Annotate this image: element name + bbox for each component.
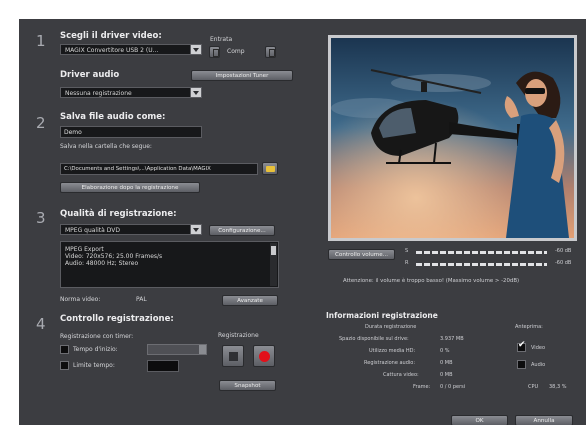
audio-driver-title: Driver audio xyxy=(60,70,120,80)
input-next-button[interactable] xyxy=(265,46,276,58)
audio-preview-label: Audio xyxy=(531,362,546,368)
info-row-value: 0 MB xyxy=(440,360,453,366)
audio-driver-dropdown[interactable]: Nessuna registrazione xyxy=(60,87,202,98)
info-row-label: Utilizzo media HD: xyxy=(369,348,416,354)
video-norm-label: Norma video: xyxy=(60,296,101,303)
audio-driver-value: Nessuna registrazione xyxy=(65,90,132,97)
record-icon xyxy=(259,351,270,362)
right-channel-label: R xyxy=(405,260,409,266)
step-1-number: 1 xyxy=(36,32,46,50)
preview-options-label: Anteprima: xyxy=(515,324,543,330)
video-driver-value: MAGIX Convertitore USB 2 (U... xyxy=(65,47,159,54)
info-row-label: Registrazione audio: xyxy=(364,360,416,366)
info-row-value: 3.937 MB xyxy=(440,336,464,342)
info-row-value: 0 MB xyxy=(440,372,453,378)
audio-preview-checkbox[interactable] xyxy=(517,360,526,369)
info-line: Audio: 48000 Hz; Stereo xyxy=(65,260,139,267)
quality-info-box: MPEG Export Video: 720x576; 25.00 Frames… xyxy=(60,241,279,288)
time-limit-checkbox[interactable] xyxy=(60,361,69,370)
preview-frame xyxy=(328,35,577,241)
filename-input[interactable]: Demo xyxy=(60,126,202,138)
info-row-value: 0 / 0 persi xyxy=(440,384,466,390)
quality-title: Qualità di registrazione: xyxy=(60,209,177,219)
left-level-meter xyxy=(416,251,547,254)
info-row-value: 0 % xyxy=(440,348,450,354)
input-prev-button[interactable] xyxy=(209,46,220,58)
video-preview-label: Video xyxy=(531,345,546,351)
tuner-settings-button[interactable]: Impostazioni Tuner xyxy=(191,70,293,81)
record-button[interactable] xyxy=(253,345,275,367)
volume-control-button[interactable]: Controllo volume... xyxy=(328,249,395,260)
page-icon xyxy=(213,49,219,57)
snapshot-button[interactable]: Snapshot xyxy=(219,380,276,391)
cpu-value: 38,3 % xyxy=(549,384,567,390)
spinner-arrows-icon[interactable] xyxy=(199,345,206,354)
chevron-down-icon xyxy=(190,88,201,97)
ok-button[interactable]: OK xyxy=(451,415,508,425)
step-4-number: 4 xyxy=(36,315,46,333)
step-3-number: 3 xyxy=(36,209,46,227)
check-icon: ✔ xyxy=(518,340,526,350)
configuration-button[interactable]: Configurazione... xyxy=(209,225,275,236)
save-audio-title: Salva file audio come: xyxy=(60,112,166,122)
info-row-label: Spazio disponibile sul drive: xyxy=(339,336,409,342)
advanced-button[interactable]: Avanzate xyxy=(222,295,278,306)
recording-label: Registrazione xyxy=(218,332,259,339)
video-driver-title: Scegli il driver video: xyxy=(60,31,162,41)
video-preview-image xyxy=(331,38,574,238)
video-driver-dropdown[interactable]: MAGIX Convertitore USB 2 (U... xyxy=(60,44,202,55)
left-channel-label: S xyxy=(405,248,409,254)
timer-label: Registrazione con timer: xyxy=(60,333,134,340)
quality-dropdown[interactable]: MPEG qualità DVD xyxy=(60,224,202,235)
start-time-checkbox[interactable] xyxy=(60,345,69,354)
video-preview-checkbox[interactable]: ✔ xyxy=(517,340,526,352)
postprocess-button[interactable]: Elaborazione dopo la registrazione xyxy=(60,182,200,193)
browse-folder-button[interactable] xyxy=(262,162,278,175)
info-scrollbar[interactable] xyxy=(270,243,277,286)
save-folder-label: Salva nella cartella che segue: xyxy=(60,143,152,150)
folder-icon xyxy=(266,166,275,172)
time-limit-label: Limite tempo: xyxy=(73,362,115,369)
recording-dialog: 1 Scegli il driver video: MAGIX Converti… xyxy=(19,19,586,425)
info-row-label: Cattura video: xyxy=(383,372,419,378)
volume-warning: Attenzione: il volume è troppo basso! (M… xyxy=(343,278,520,284)
info-line: MPEG Export xyxy=(65,246,104,253)
step-2-number: 2 xyxy=(36,114,46,132)
chevron-down-icon xyxy=(190,225,201,234)
quality-info-text: MPEG Export Video: 720x576; 25.00 Frames… xyxy=(65,246,162,267)
info-row-label: Durata registrazione xyxy=(365,324,417,330)
page-icon xyxy=(269,49,275,57)
quality-value: MPEG qualità DVD xyxy=(65,227,120,234)
start-time-label: Tempo d'inizio: xyxy=(73,346,118,353)
right-level-meter xyxy=(416,263,547,266)
stop-icon xyxy=(229,352,238,361)
chevron-down-icon xyxy=(190,45,201,54)
entrata-label: Entrata xyxy=(210,36,233,43)
time-limit-input[interactable] xyxy=(147,360,179,372)
record-control-title: Controllo registrazione: xyxy=(60,314,174,324)
cpu-label: CPU xyxy=(528,384,539,390)
start-time-spinner[interactable] xyxy=(147,344,207,355)
info-line: Video: 720x576; 25.00 Frames/s xyxy=(65,253,163,260)
info-row-label: Frame: xyxy=(413,384,431,390)
input-source-label: Comp xyxy=(227,48,245,55)
left-channel-db: -60 dB xyxy=(555,248,572,254)
stop-button[interactable] xyxy=(222,345,244,367)
folder-path-input[interactable]: C:\Documents and Settings\...\Applicatio… xyxy=(60,163,258,175)
recording-info-title: Informazioni registrazione xyxy=(326,311,438,320)
right-channel-db: -60 dB xyxy=(555,260,572,266)
scrollbar-thumb[interactable] xyxy=(271,246,276,255)
video-norm-value: PAL xyxy=(136,296,147,303)
cancel-button[interactable]: Annulla xyxy=(515,415,573,425)
